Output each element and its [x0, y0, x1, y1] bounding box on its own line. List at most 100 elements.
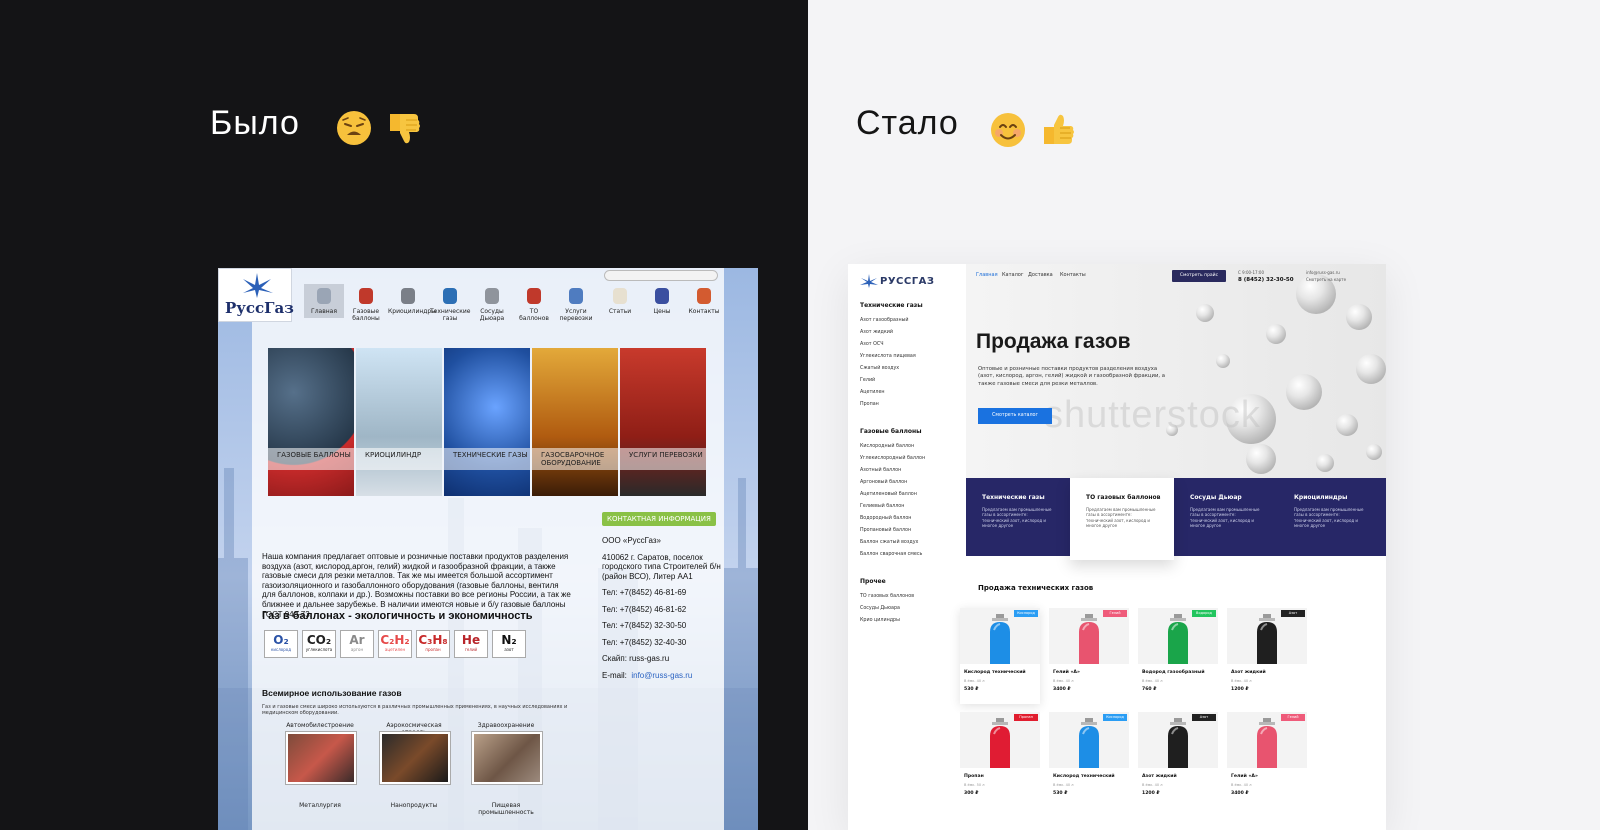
- product-card[interactable]: Гелий Гелий «А» В ёмк. 40 л 3400 ₽: [1049, 608, 1129, 704]
- sidebar-item[interactable]: Баллон сжатый воздух: [860, 540, 918, 545]
- sidebar-item[interactable]: Ацетилен: [860, 390, 885, 395]
- old-category-tile[interactable]: ТЕХНИЧЕСКИЕ ГАЗЫ: [444, 348, 530, 496]
- sidebar-item[interactable]: Азотный баллон: [860, 468, 901, 473]
- sidebar-item[interactable]: Крио цилиндры: [860, 618, 900, 623]
- old-email-link[interactable]: info@russ-gas.ru: [631, 671, 692, 680]
- sidebar-item[interactable]: Кислородный баллон: [860, 444, 914, 449]
- sidebar-section-title[interactable]: Прочее: [860, 578, 886, 585]
- old-category-tile[interactable]: КРИОЦИЛИНДР: [356, 348, 442, 496]
- product-tag: Кислород: [1014, 610, 1038, 617]
- old-nav-label: Главная: [311, 308, 337, 315]
- sidebar-section-title[interactable]: Газовые баллоны: [860, 428, 922, 435]
- gas-badge: Ar аргон: [340, 630, 374, 658]
- thumbs-down-emoji: [390, 114, 420, 144]
- sidebar-item[interactable]: Сосуды Дьюара: [860, 606, 900, 611]
- sidebar-item[interactable]: Углекислородный баллон: [860, 456, 925, 461]
- old-nav-item[interactable]: Цены: [642, 284, 682, 315]
- sidebar-item[interactable]: Азот газообразный: [860, 318, 909, 323]
- decorative-bubble: [1196, 304, 1214, 322]
- product-name: Азот жидкий: [1231, 670, 1266, 675]
- phone-number[interactable]: 8 (8452) 32-30-50: [1238, 277, 1294, 283]
- sidebar-item[interactable]: Азот жидкий: [860, 330, 893, 335]
- old-sector-photo[interactable]: [286, 732, 356, 784]
- old-nav-item[interactable]: Газовые баллоны: [346, 284, 386, 322]
- old-nav-label: Сосуды Дьюара: [479, 308, 505, 322]
- product-card[interactable]: Водород Водород газообразный В ёмк. 40 л 76…: [1138, 608, 1218, 704]
- old-nav-item[interactable]: Услуги перевозки: [556, 284, 596, 322]
- sidebar-section-title[interactable]: Технические газы: [860, 302, 923, 309]
- gas-symbol: He: [461, 633, 481, 647]
- old-email-row: E-mail: info@russ-gas.ru: [602, 671, 722, 681]
- service-card[interactable]: Криоцилиндры Предлагаем вам промышленные…: [1278, 478, 1382, 556]
- old-nav-item[interactable]: Сосуды Дьюара: [472, 284, 512, 322]
- sidebar-item[interactable]: Пропановый баллон: [860, 528, 911, 533]
- product-card[interactable]: Азот Азот жидкий В ёмк. 40 л 1200 ₽: [1227, 608, 1307, 704]
- nav-delivery-link[interactable]: Доставка: [1028, 272, 1053, 278]
- nav-catalog-link[interactable]: Каталог: [1002, 272, 1023, 278]
- product-volume: В ёмк. 50 л: [964, 783, 985, 787]
- sidebar-item[interactable]: Гелий: [860, 378, 875, 383]
- product-image: Гелий: [1049, 608, 1129, 664]
- sidebar-item[interactable]: Гелиевый баллон: [860, 504, 904, 509]
- sidebar-item[interactable]: Баллон сварочная смесь: [860, 552, 922, 557]
- old-sector-photo[interactable]: [472, 732, 542, 784]
- product-tag: Гелий: [1281, 714, 1305, 721]
- gas-symbol: Ar: [349, 633, 365, 647]
- product-card[interactable]: Азот Азот жидкий В ёмк. 40 л 1200 ₽: [1138, 712, 1218, 808]
- new-site-screenshot: shutterstock РУССГАЗ Технические газы Азо…: [848, 264, 1386, 830]
- sidebar-item[interactable]: Углекислота пищевая: [860, 354, 916, 359]
- old-category-tile[interactable]: ГАЗОСВАРОЧНОЕ ОБОРУДОВАНИЕ: [532, 348, 618, 496]
- old-nav-label: Криоцилиндры: [388, 308, 436, 315]
- sidebar-item[interactable]: Водородный баллон: [860, 516, 911, 521]
- new-logo-text[interactable]: РУССГАЗ: [880, 276, 934, 287]
- decorative-bubble: [1266, 324, 1286, 344]
- nav-home-link[interactable]: Главная: [976, 272, 998, 278]
- gas-name: кислород: [271, 647, 291, 652]
- old-category-tile[interactable]: УСЛУГИ ПЕРЕВОЗКИ: [620, 348, 706, 496]
- product-card[interactable]: Пропан Пропан В ёмк. 50 л 300 ₽: [960, 712, 1040, 808]
- sidebar-item[interactable]: Аргоновый баллон: [860, 480, 907, 485]
- old-category-tile[interactable]: ГАЗОВЫЕ БАЛЛОНЫ: [268, 348, 354, 496]
- product-card[interactable]: Кислород Кислород технический В ёмк. 40 л 5…: [1049, 712, 1129, 808]
- old-gas-icons: O₂ кислород CO₂ углекислота Ar аргон C₂H₂ ацети…: [264, 630, 564, 660]
- nav-thumbnail-icon: [317, 288, 331, 304]
- email-text[interactable]: info@russ-gas.ru: [1306, 270, 1340, 275]
- product-volume: В ёмк. 40 л: [1142, 679, 1163, 683]
- service-card[interactable]: ТО газовых баллонов Предлагаем вам промы…: [1070, 478, 1174, 560]
- products-title: Продажа технических газов: [978, 584, 1094, 592]
- after-heading: Стало: [856, 104, 959, 142]
- sidebar-item[interactable]: ТО газовых баллонов: [860, 594, 914, 599]
- watermark-text: shutterstock: [1044, 394, 1261, 436]
- product-tag: Азот: [1192, 714, 1216, 721]
- old-nav-item[interactable]: Статьи: [600, 284, 640, 315]
- sidebar-item[interactable]: Ацетиленовый баллон: [860, 492, 917, 497]
- sidebar-item[interactable]: Пропан: [860, 402, 879, 407]
- nav-contacts-link[interactable]: Контакты: [1060, 272, 1086, 278]
- old-nav-item[interactable]: ТО баллонов: [514, 284, 554, 322]
- decorative-bubble: [1356, 354, 1386, 384]
- sidebar-item[interactable]: Сжатый воздух: [860, 366, 899, 371]
- product-price: 530 ₽: [1053, 791, 1068, 796]
- old-nav-item[interactable]: Контакты: [684, 284, 724, 315]
- price-list-button[interactable]: Смотреть прайс: [1172, 270, 1226, 282]
- old-nav-item[interactable]: Главная: [304, 284, 344, 318]
- product-price: 300 ₽: [964, 791, 979, 796]
- product-volume: В ёмк. 40 л: [1142, 783, 1163, 787]
- decorative-bubble: [1346, 304, 1372, 330]
- product-image: Азот: [1138, 712, 1218, 768]
- sidebar-item[interactable]: Азот ОСЧ: [860, 342, 884, 347]
- old-sector-photo[interactable]: [380, 732, 450, 784]
- product-card[interactable]: Кислород Кислород технический В ёмк. 40 л 5…: [960, 608, 1040, 704]
- product-card[interactable]: Гелий Гелий «А» В ёмк. 40 л 3400 ₽: [1227, 712, 1307, 808]
- catalog-button[interactable]: Смотреть каталог: [978, 408, 1052, 424]
- old-nav-item[interactable]: Криоцилиндры: [388, 284, 436, 315]
- old-nav-item[interactable]: Технические газы: [430, 284, 470, 322]
- old-logo[interactable]: РуссГаз: [218, 268, 294, 322]
- old-phone-2: Тел: +7(8452) 46-81-62: [602, 604, 687, 614]
- decorative-bubble: [1216, 354, 1230, 368]
- map-link[interactable]: Смотреть на карте: [1306, 277, 1346, 282]
- product-price: 3400 ₽: [1053, 687, 1071, 692]
- service-card[interactable]: Сосуды Дьюар Предлагаем вам промышленные…: [1174, 478, 1278, 556]
- service-card[interactable]: Технические газы Предлагаем вам промышле…: [966, 478, 1070, 556]
- old-search-input[interactable]: [604, 270, 718, 281]
